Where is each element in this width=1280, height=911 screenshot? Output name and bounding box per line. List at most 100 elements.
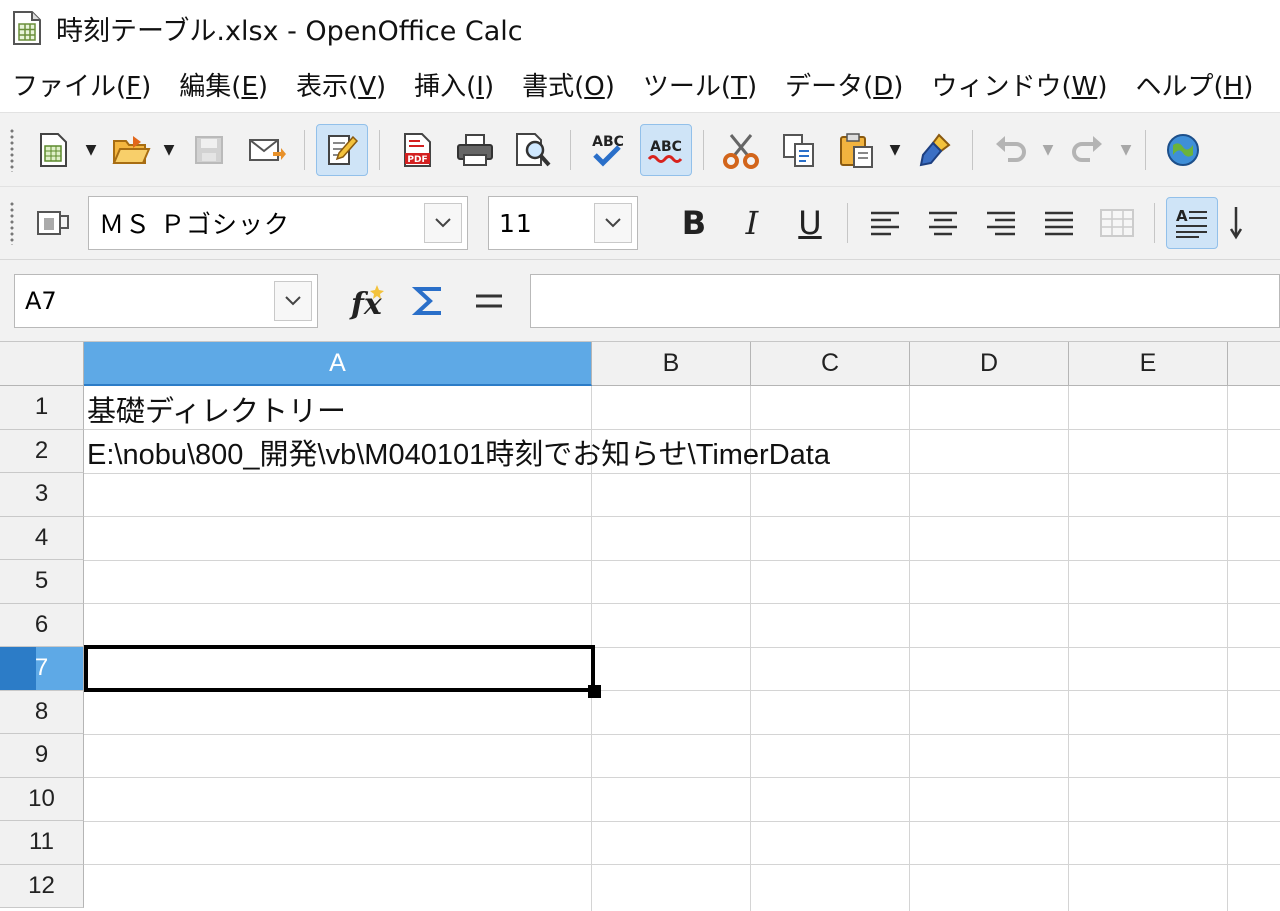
chevron-down-icon[interactable] bbox=[424, 203, 462, 243]
save-button[interactable] bbox=[183, 124, 235, 176]
font-name-value[interactable]: ＭＳ Ｐゴシック bbox=[89, 205, 424, 241]
paste-dropdown[interactable]: ▼ bbox=[886, 124, 904, 176]
align-left-icon bbox=[871, 211, 899, 236]
menu-data[interactable]: データ(D) bbox=[771, 66, 917, 103]
copy-icon bbox=[783, 133, 814, 167]
menu-view[interactable]: 表示(V) bbox=[282, 66, 400, 103]
open-button[interactable] bbox=[105, 124, 157, 176]
clone-formatting-button[interactable] bbox=[909, 124, 961, 176]
email-document-icon bbox=[249, 138, 286, 161]
align-center-button[interactable] bbox=[917, 197, 969, 249]
sum-button[interactable] bbox=[400, 274, 458, 328]
formula-input[interactable] bbox=[530, 273, 1280, 328]
chevron-down-icon[interactable] bbox=[274, 280, 312, 321]
svg-text:A: A bbox=[1176, 207, 1188, 225]
undo-dropdown[interactable]: ▼ bbox=[1039, 124, 1057, 176]
formula-bar: A7 fx bbox=[0, 260, 1280, 342]
menu-format[interactable]: 書式(O) bbox=[508, 66, 629, 103]
export-pdf-button[interactable]: PDF bbox=[391, 124, 443, 176]
undo-button[interactable] bbox=[984, 124, 1036, 176]
menu-window[interactable]: ウィンドウ(W) bbox=[917, 66, 1121, 103]
name-box[interactable]: A7 bbox=[14, 273, 318, 328]
row-header-4[interactable]: 4 bbox=[0, 516, 84, 560]
justify-icon bbox=[1045, 211, 1073, 236]
navigator-button[interactable] bbox=[1157, 124, 1209, 176]
redo-icon bbox=[1072, 135, 1102, 162]
row-header-7[interactable]: 7 bbox=[0, 647, 84, 691]
wrap-text-button[interactable]: A bbox=[1166, 197, 1218, 249]
spreadsheet-grid[interactable]: A B C D E 1 2 3 4 5 6 7 8 9 10 11 12 基礎デ… bbox=[0, 342, 1280, 911]
autospellcheck-button[interactable]: ABC bbox=[640, 123, 692, 176]
page-preview-button[interactable] bbox=[507, 124, 559, 176]
paste-button[interactable] bbox=[831, 124, 883, 176]
row-header-12[interactable]: 12 bbox=[0, 864, 84, 908]
spellcheck-button[interactable]: ABC bbox=[582, 124, 634, 176]
column-header-e[interactable]: E bbox=[1069, 342, 1228, 386]
justify-button[interactable] bbox=[1033, 197, 1085, 249]
redo-dropdown[interactable]: ▼ bbox=[1117, 124, 1135, 176]
copy-button[interactable] bbox=[773, 124, 825, 176]
edit-file-button[interactable] bbox=[316, 123, 368, 176]
font-size-combo[interactable]: 11 bbox=[488, 196, 638, 250]
row-header-10[interactable]: 10 bbox=[0, 777, 84, 821]
chevron-down-icon[interactable] bbox=[594, 203, 632, 243]
menu-tools[interactable]: ツール(T) bbox=[629, 66, 771, 103]
cell-a1[interactable]: 基礎ディレクトリー bbox=[87, 387, 346, 430]
calc-spreadsheet-icon bbox=[10, 10, 44, 46]
row-header-2[interactable]: 2 bbox=[0, 429, 84, 473]
new-document-dropdown[interactable]: ▼ bbox=[82, 124, 100, 176]
column-header-d[interactable]: D bbox=[910, 342, 1069, 386]
name-box-value[interactable]: A7 bbox=[15, 287, 274, 315]
styles-formatting-icon bbox=[37, 211, 69, 235]
menu-file[interactable]: ファイル(F) bbox=[0, 66, 165, 103]
menu-help[interactable]: ヘルプ(H) bbox=[1121, 66, 1267, 103]
active-cell-a7[interactable] bbox=[84, 645, 595, 692]
font-size-value[interactable]: 11 bbox=[489, 209, 594, 238]
row-header-8[interactable]: 8 bbox=[0, 690, 84, 734]
column-header-b[interactable]: B bbox=[592, 342, 751, 386]
open-dropdown[interactable]: ▼ bbox=[160, 124, 178, 176]
menu-edit[interactable]: 編集(E) bbox=[165, 66, 282, 103]
align-right-button[interactable] bbox=[975, 197, 1027, 249]
column-header-a[interactable]: A bbox=[84, 342, 592, 386]
sort-button[interactable] bbox=[1224, 197, 1248, 249]
bold-button[interactable]: B bbox=[668, 197, 720, 249]
font-name-combo[interactable]: ＭＳ Ｐゴシック bbox=[88, 196, 468, 250]
cut-button[interactable] bbox=[715, 124, 767, 176]
page-preview-icon bbox=[516, 132, 551, 166]
sigma-icon bbox=[411, 286, 441, 315]
row-header-3[interactable]: 3 bbox=[0, 473, 84, 517]
column-header-c[interactable]: C bbox=[751, 342, 910, 386]
merge-cells-button[interactable] bbox=[1091, 197, 1143, 249]
menu-insert[interactable]: 挿入(I) bbox=[400, 66, 508, 103]
new-document-button[interactable] bbox=[27, 124, 79, 176]
row-header-6[interactable]: 6 bbox=[0, 603, 84, 647]
redo-button[interactable] bbox=[1062, 124, 1114, 176]
wrap-text-icon: A bbox=[1176, 207, 1207, 238]
cell-a2[interactable]: E:\nobu\800_開発\vb\M040101時刻でお知らせ\TimerDa… bbox=[87, 431, 830, 474]
align-left-button[interactable] bbox=[859, 197, 911, 249]
gridline bbox=[84, 603, 1280, 604]
standard-toolbar: ▼ ▼ PDF ABC ABC ▼ ▼ ▼ bbox=[0, 112, 1280, 186]
paste-icon bbox=[840, 132, 873, 168]
formula-button[interactable] bbox=[460, 274, 518, 328]
row-header-9[interactable]: 9 bbox=[0, 734, 84, 778]
styles-button[interactable] bbox=[27, 197, 79, 249]
fill-handle[interactable] bbox=[588, 685, 601, 698]
row-header-5[interactable]: 5 bbox=[0, 560, 84, 604]
underline-icon: U bbox=[798, 204, 822, 242]
column-header-f-partial[interactable] bbox=[1228, 342, 1280, 386]
italic-button[interactable]: I bbox=[726, 197, 778, 249]
email-document-button[interactable] bbox=[241, 124, 293, 176]
print-button[interactable] bbox=[449, 124, 501, 176]
toolbar-separator bbox=[304, 129, 305, 170]
toolbar-grip[interactable] bbox=[8, 127, 16, 172]
row-header-1[interactable]: 1 bbox=[0, 386, 84, 430]
row-header-11[interactable]: 11 bbox=[0, 821, 84, 865]
select-all-corner[interactable] bbox=[0, 342, 84, 386]
function-wizard-button[interactable]: fx bbox=[340, 274, 398, 328]
align-right-icon bbox=[987, 211, 1015, 236]
underline-button[interactable]: U bbox=[784, 197, 836, 249]
toolbar-separator bbox=[379, 129, 380, 170]
toolbar-grip[interactable] bbox=[8, 201, 16, 245]
